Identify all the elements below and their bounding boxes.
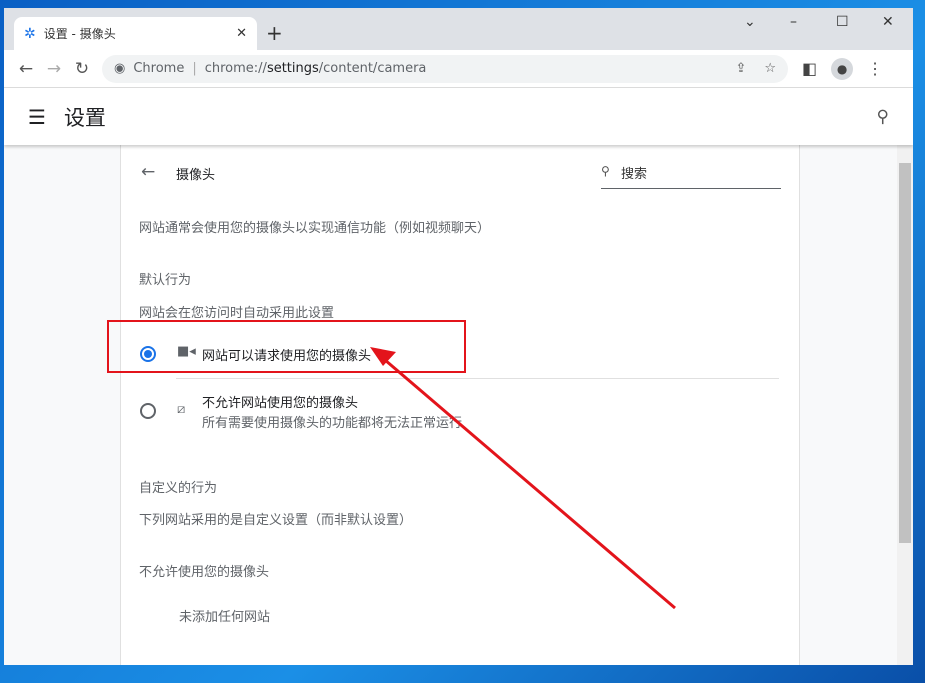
search-icon[interactable]: ⚲ (877, 107, 889, 127)
settings-header: ☰ 设置 ⚲ (4, 88, 913, 145)
page-title: 设置 (63, 105, 106, 130)
hamburger-menu-icon[interactable]: ☰ (28, 105, 46, 129)
